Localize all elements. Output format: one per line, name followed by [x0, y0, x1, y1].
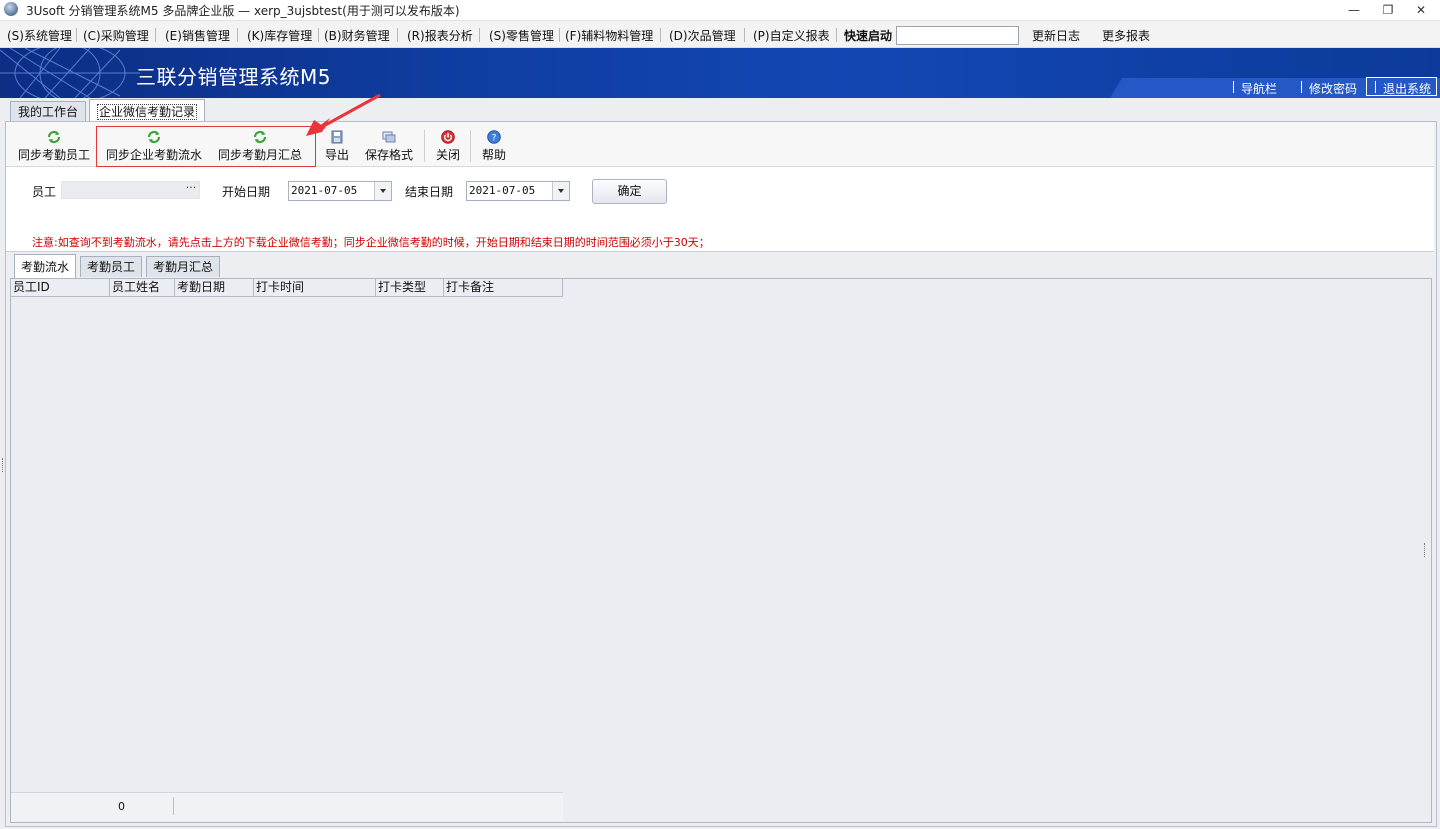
- toolbar-separator: [424, 130, 425, 162]
- notice-text: 注意:如查询不到考勤流水，请先点击上方的下载企业微信考勤；同步企业微信考勤的时候…: [32, 236, 710, 249]
- help-icon: ?: [487, 130, 501, 144]
- grid-header-divider: [11, 296, 563, 297]
- help-label: 帮助: [481, 148, 506, 162]
- save-format-icon: [382, 131, 396, 143]
- attendance-grid: [10, 278, 1432, 823]
- tab-wecom-attendance[interactable]: 企业微信考勤记录: [89, 99, 206, 123]
- employee-label: 员工: [32, 185, 57, 199]
- menu-defective[interactable]: (D)次品管理: [669, 27, 736, 44]
- minimize-icon[interactable]: —: [1341, 1, 1367, 19]
- employee-picker-button[interactable]: ···: [184, 181, 198, 197]
- save-disk-icon: [331, 130, 343, 144]
- column-header-employee-id[interactable]: 员工ID: [11, 279, 110, 296]
- menu-separator: [836, 28, 837, 42]
- menu-separator: [76, 28, 77, 42]
- menu-separator: [318, 28, 319, 42]
- menu-separator: [479, 28, 480, 42]
- change-password-link[interactable]: 修改密码: [1309, 80, 1357, 97]
- nav-divider: [1375, 81, 1376, 93]
- export-label: 导出: [324, 148, 349, 162]
- menu-retail[interactable]: (S)零售管理: [489, 27, 554, 44]
- menu-separator: [559, 28, 560, 42]
- menu-finance[interactable]: (B)财务管理: [324, 27, 390, 44]
- close-label: 关闭: [435, 148, 460, 162]
- quick-start-label: 快速启动: [844, 29, 893, 43]
- menu-purchase[interactable]: (C)采购管理: [83, 27, 149, 44]
- close-window-icon[interactable]: ✕: [1408, 1, 1434, 19]
- changelog-link[interactable]: 更新日志: [1032, 27, 1080, 44]
- start-date-label: 开始日期: [222, 185, 271, 199]
- help-button[interactable]: ? 帮助: [478, 128, 510, 164]
- window-titlebar: 3Usoft 分销管理系统M5 多品牌企业版 — xerp_3ujsbtest(…: [0, 0, 1440, 21]
- restore-icon[interactable]: ❐: [1375, 1, 1401, 19]
- banner-globe-graphic: [0, 48, 140, 98]
- tab-wecom-attendance-label: 企业微信考勤记录: [97, 104, 198, 120]
- nav-bar-link[interactable]: 导航栏: [1241, 80, 1277, 97]
- menu-separator: [237, 28, 238, 42]
- grid-footer-divider: [173, 797, 174, 815]
- tab-attendance-flow[interactable]: 考勤流水: [14, 254, 77, 278]
- menu-system[interactable]: (S)系统管理: [7, 27, 72, 44]
- menu-sales[interactable]: (E)销售管理: [165, 27, 230, 44]
- logout-link[interactable]: 退出系统: [1383, 80, 1431, 97]
- employee-input[interactable]: [61, 181, 200, 199]
- sync-employees-label: 同步考勤员工: [17, 148, 90, 162]
- grid-footer-count: 0: [118, 800, 125, 813]
- end-date-picker[interactable]: 2021-07-05: [466, 181, 570, 201]
- sync-icon: [47, 130, 61, 144]
- tab-workbench[interactable]: 我的工作台: [10, 101, 87, 122]
- menu-separator: [660, 28, 661, 42]
- confirm-button[interactable]: 确定: [592, 179, 667, 204]
- brand-title: 三联分销管理系统M5: [136, 65, 331, 89]
- grid-footer-row: [11, 792, 563, 821]
- more-reports-link[interactable]: 更多报表: [1102, 27, 1150, 44]
- annotation-highlight-box: [96, 126, 316, 167]
- end-date-value: 2021-07-05: [469, 184, 536, 197]
- start-date-value: 2021-07-05: [291, 184, 358, 197]
- column-header-employee-name[interactable]: 员工姓名: [110, 279, 175, 296]
- menu-reports[interactable]: (R)报表分析: [407, 27, 473, 44]
- menu-separator: [155, 28, 156, 42]
- column-header-punch-time[interactable]: 打卡时间: [254, 279, 376, 296]
- menu-custom-reports[interactable]: (P)自定义报表: [753, 27, 830, 44]
- nav-divider: [1233, 81, 1234, 93]
- chevron-down-icon[interactable]: [374, 182, 391, 200]
- menu-inventory[interactable]: (K)库存管理: [247, 27, 312, 44]
- left-splitter-grip[interactable]: [2, 458, 6, 472]
- menu-separator: [744, 28, 745, 42]
- column-header-punch-type[interactable]: 打卡类型: [376, 279, 444, 296]
- right-splitter-grip[interactable]: [1424, 543, 1428, 557]
- app-banner: 三联分销管理系统M5 导航栏 修改密码 退出系统: [0, 48, 1440, 98]
- toolbar-separator: [470, 130, 471, 162]
- menu-materials[interactable]: (F)辅料物料管理: [565, 27, 653, 44]
- start-date-picker[interactable]: 2021-07-05: [288, 181, 392, 201]
- export-button[interactable]: 导出: [321, 128, 353, 164]
- app-globe-icon: [4, 2, 18, 16]
- window-title: 3Usoft 分销管理系统M5 多品牌企业版 — xerp_3ujsbtest(…: [26, 4, 460, 18]
- nav-divider: [1301, 81, 1302, 93]
- menu-separator: [397, 28, 398, 42]
- power-close-icon: [441, 130, 455, 144]
- close-button[interactable]: 关闭: [432, 128, 464, 164]
- save-format-button[interactable]: 保存格式: [362, 128, 416, 164]
- column-header-attendance-date[interactable]: 考勤日期: [175, 279, 254, 296]
- save-format-label: 保存格式: [364, 148, 413, 162]
- tab-attendance-employees[interactable]: 考勤员工: [80, 256, 143, 277]
- end-date-label: 结束日期: [405, 185, 454, 199]
- chevron-down-icon[interactable]: [552, 182, 569, 200]
- svg-text:?: ?: [492, 134, 497, 144]
- sync-employees-button[interactable]: 同步考勤员工: [14, 128, 94, 164]
- column-header-punch-note[interactable]: 打卡备注: [444, 279, 563, 296]
- quick-start-input[interactable]: [896, 26, 1019, 45]
- tab-attendance-monthly[interactable]: 考勤月汇总: [146, 256, 221, 277]
